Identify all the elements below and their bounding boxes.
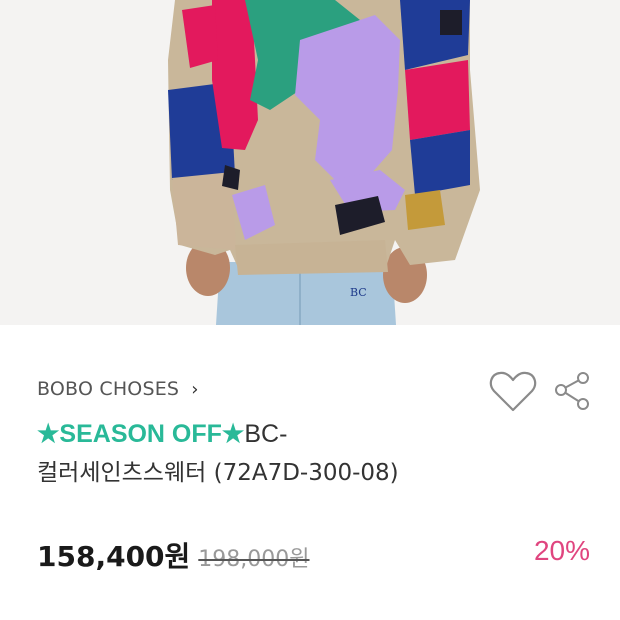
- product-code-prefix: BC-: [244, 420, 288, 448]
- product-title-line2: 컬러세인츠스웨터 (72A7D-300-08): [37, 460, 399, 486]
- heart-icon: [489, 371, 537, 412]
- sweater-illustration: BC: [0, 0, 620, 325]
- price-row: 158,400원 198,000원: [37, 535, 310, 575]
- chevron-right-icon: ›: [191, 378, 199, 400]
- original-price: 198,000원: [198, 547, 310, 572]
- product-title: ★SEASON OFF★BC-: [37, 418, 287, 450]
- promo-label: ★SEASON OFF★: [37, 420, 245, 448]
- jeans-patch-text: BC: [350, 286, 367, 299]
- brand-link[interactable]: BOBO CHOSES ›: [37, 378, 199, 400]
- share-icon: [555, 372, 589, 410]
- sale-price: 158,400원: [37, 540, 191, 573]
- share-button[interactable]: [551, 370, 595, 414]
- brand-name: BOBO CHOSES: [37, 378, 180, 400]
- product-info: BOBO CHOSES › ★SEASON OFF★BC- 컬러세인츠스웨터 (…: [0, 325, 620, 620]
- discount-rate: 20%: [533, 535, 590, 566]
- product-photo[interactable]: BC: [0, 0, 620, 325]
- wishlist-button[interactable]: [488, 370, 538, 414]
